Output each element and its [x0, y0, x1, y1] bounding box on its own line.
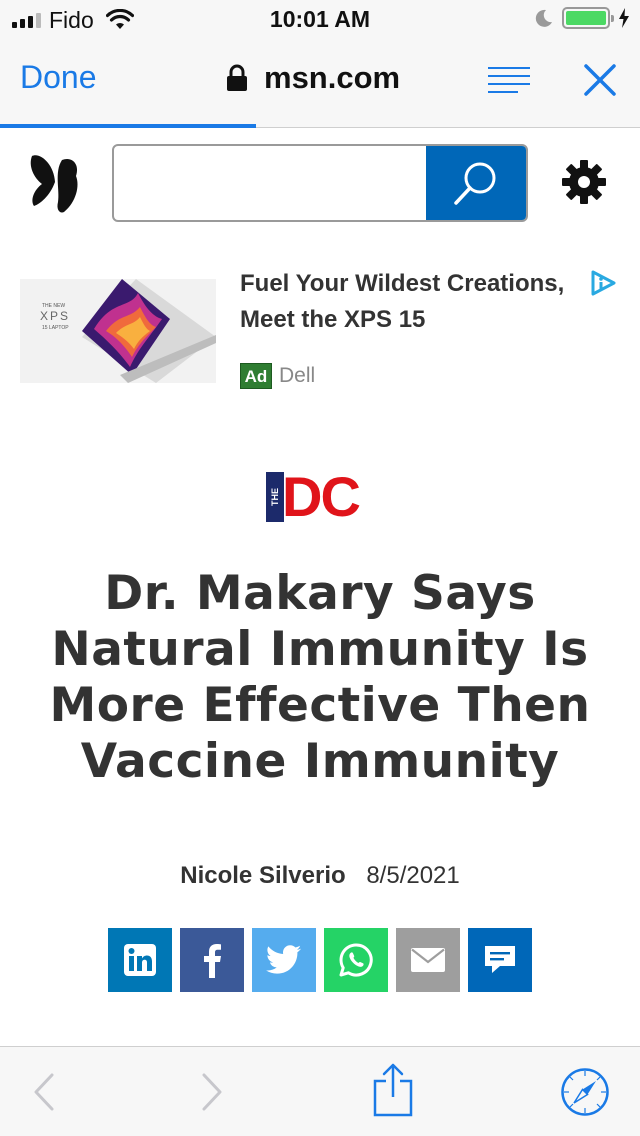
browser-toolbar — [0, 1046, 640, 1136]
url-text: msn.com — [264, 60, 401, 95]
share-buttons — [108, 928, 532, 992]
whatsapp-icon — [339, 943, 373, 977]
linkedin-icon — [124, 944, 156, 976]
share-email-button[interactable] — [396, 928, 460, 992]
comments-button[interactable] — [468, 928, 532, 992]
done-button[interactable]: Done — [20, 59, 97, 96]
ad-image-brand-text: XPS — [40, 309, 70, 323]
battery-icon — [562, 7, 614, 29]
address-bar[interactable]: msn.com — [226, 60, 400, 96]
gear-icon[interactable] — [560, 158, 608, 206]
laptop-image: THE NEW XPS 15 LAPTOP — [20, 279, 216, 383]
share-twitter-button[interactable] — [252, 928, 316, 992]
msn-butterfly-logo[interactable] — [28, 150, 82, 216]
compass-icon[interactable] — [560, 1067, 610, 1117]
browser-nav-bar: Done msn.com — [0, 40, 640, 128]
forward-icon[interactable] — [200, 1069, 226, 1115]
facebook-icon — [204, 944, 221, 978]
search-input[interactable] — [114, 146, 428, 220]
status-right — [534, 7, 630, 29]
charging-icon — [619, 8, 629, 28]
publisher-logo[interactable]: THE DC — [266, 465, 368, 528]
ad-badge: Ad — [240, 363, 272, 389]
msn-header — [0, 128, 640, 238]
lock-icon — [227, 64, 247, 91]
share-facebook-button[interactable] — [180, 928, 244, 992]
battery-level — [566, 11, 606, 25]
article-headline: Dr. Makary Says Natural Immunity Is More… — [49, 566, 591, 789]
share-icon[interactable] — [372, 1063, 414, 1117]
publisher-logo-name: DC — [282, 465, 361, 528]
article-author[interactable]: Nicole Silverio — [180, 862, 345, 889]
reader-view-icon[interactable] — [488, 66, 530, 94]
search-button[interactable] — [426, 146, 526, 220]
search-icon — [454, 162, 496, 205]
comment-icon — [485, 946, 515, 973]
share-whatsapp-button[interactable] — [324, 928, 388, 992]
twitter-icon — [266, 945, 301, 974]
status-bar: Fido 10:01 AM — [0, 0, 640, 40]
article-byline: Nicole Silverio 8/5/2021 — [0, 862, 640, 890]
ad-image-sub-text: 15 LAPTOP — [42, 325, 69, 331]
sponsored-ad[interactable]: THE NEW XPS 15 LAPTOP Fuel Your Wildest … — [0, 266, 640, 396]
ad-image[interactable]: THE NEW XPS 15 LAPTOP — [20, 279, 216, 383]
article-date: 8/5/2021 — [366, 862, 460, 889]
ad-source: Dell — [279, 364, 316, 387]
moon-icon — [535, 9, 552, 27]
close-icon[interactable] — [582, 62, 618, 98]
ad-title[interactable]: Fuel Your Wildest Creations, Meet the XP… — [240, 266, 590, 338]
share-linkedin-button[interactable] — [108, 928, 172, 992]
adchoices-icon[interactable] — [590, 270, 616, 296]
search-box — [112, 144, 528, 222]
email-icon — [411, 948, 445, 972]
back-icon[interactable] — [30, 1069, 56, 1115]
